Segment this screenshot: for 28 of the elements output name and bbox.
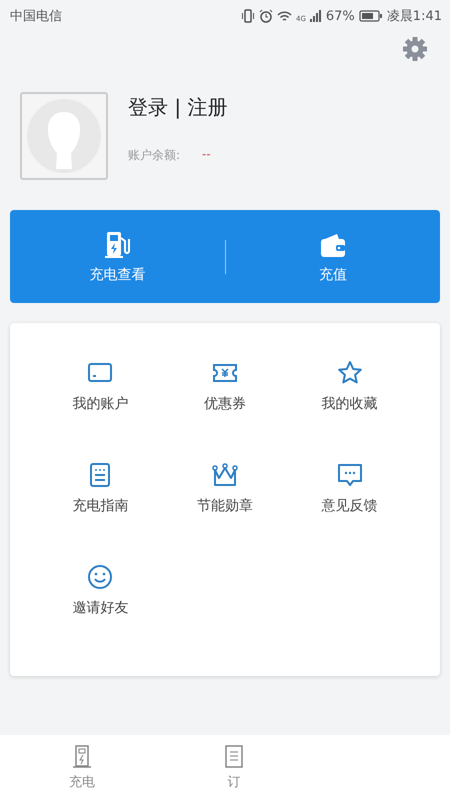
balance-label: 账户余额: bbox=[128, 147, 180, 164]
avatar-placeholder[interactable] bbox=[20, 92, 108, 180]
crown-icon bbox=[210, 461, 239, 489]
top-up-button[interactable]: 充值 bbox=[226, 230, 440, 284]
nav-tab[interactable]: 订 bbox=[164, 735, 304, 800]
battery-percent: 67% bbox=[326, 8, 355, 24]
nav-tab[interactable]: 充电 bbox=[12, 735, 152, 800]
battery-icon bbox=[358, 10, 383, 22]
menu-item[interactable]: 节能勋章 bbox=[196, 461, 253, 515]
menu-item[interactable]: 充电指南 bbox=[72, 461, 128, 515]
menu-item[interactable]: 邀请好友 bbox=[72, 563, 128, 617]
menu-item[interactable]: 意见反馈 bbox=[322, 461, 378, 515]
smiley-icon bbox=[86, 563, 114, 591]
wifi-icon bbox=[277, 10, 292, 22]
clock-text: 凌晨1:41 bbox=[386, 8, 442, 25]
menu-item[interactable]: 我的账户 bbox=[72, 359, 128, 413]
charging-button[interactable]: 充电查看 bbox=[10, 230, 224, 284]
balance-value: -- bbox=[202, 147, 211, 163]
signal-icon bbox=[310, 10, 322, 22]
carrier-text: 中国电信 bbox=[10, 8, 62, 25]
fuel-pump-icon bbox=[103, 230, 132, 260]
menu-item[interactable]: 优惠券 bbox=[204, 359, 246, 413]
settings-icon[interactable] bbox=[402, 36, 428, 62]
chat-icon bbox=[336, 461, 364, 489]
menu-item[interactable]: 我的收藏 bbox=[322, 359, 378, 413]
alarm-icon bbox=[259, 9, 273, 23]
login-register-link[interactable]: 登录 | 注册 bbox=[128, 94, 228, 121]
vibrate-icon bbox=[241, 9, 255, 23]
